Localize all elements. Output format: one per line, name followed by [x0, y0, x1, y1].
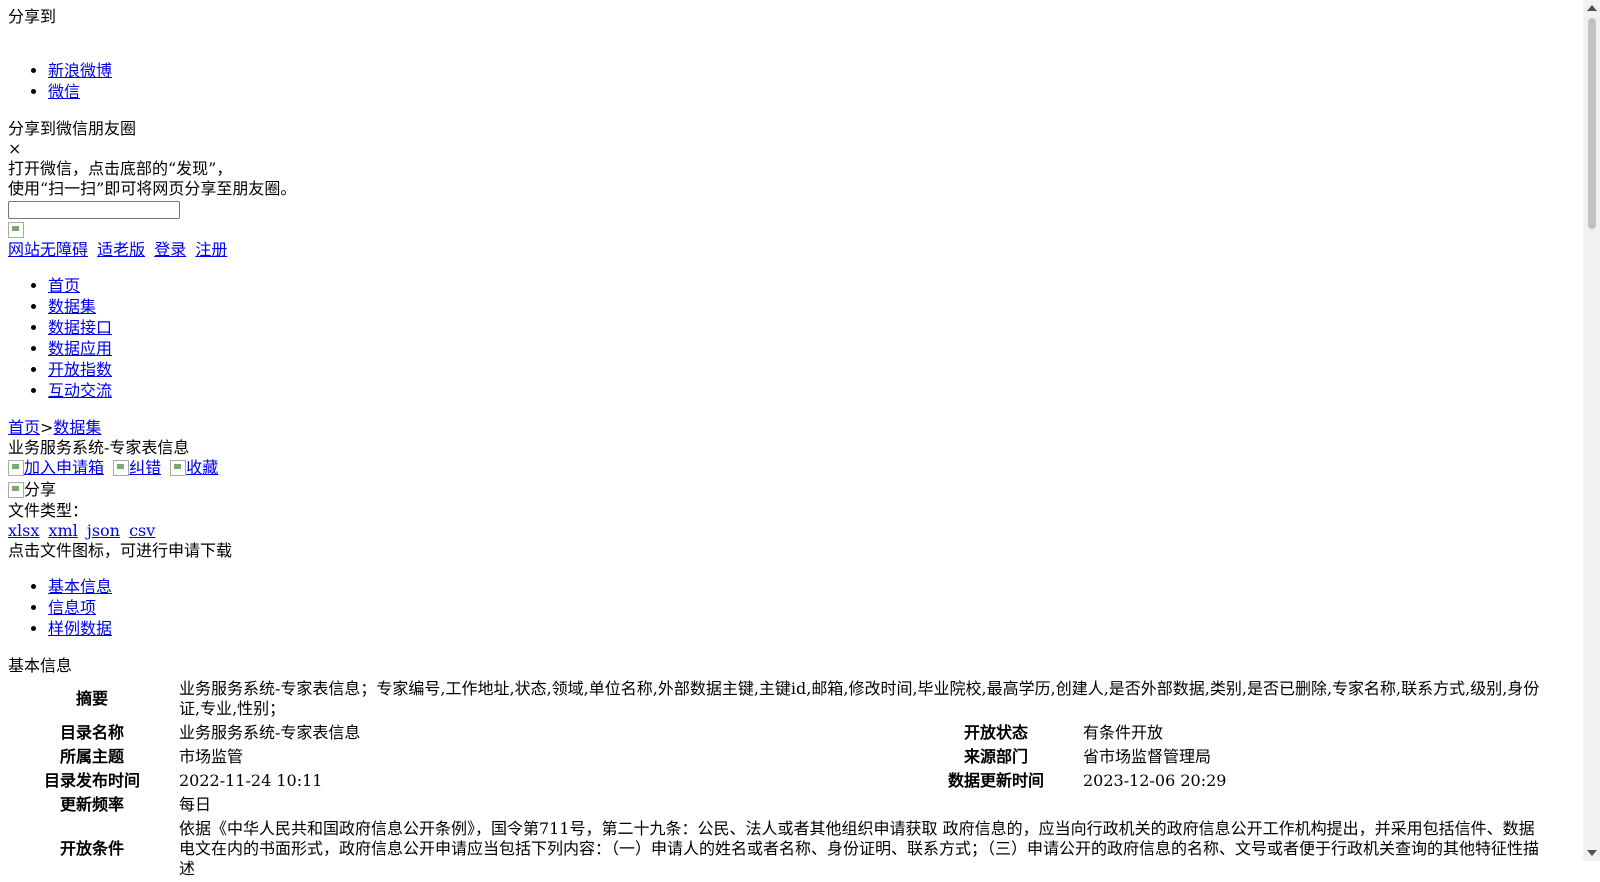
table-row: 目录名称 业务服务系统-专家表信息 开放状态 有条件开放 [8, 722, 1549, 744]
source-dept-value: 省市场监督管理局 [1083, 746, 1212, 766]
table-row: 摘要 业务服务系统-专家表信息；专家编号,工作地址,状态,领域,单位名称,外部数… [8, 678, 1549, 720]
catalog-name-label: 目录名称 [59, 722, 124, 742]
download-hint: 点击文件图标，可进行申请下载 [8, 540, 233, 560]
tab-basic-info[interactable]: 基本信息 [48, 577, 112, 596]
wechat-share-title: 分享到微信朋友圈 [8, 119, 137, 138]
share-weibo-link[interactable]: 新浪微博 [48, 61, 112, 80]
source-dept-label: 来源部门 [963, 746, 1028, 766]
nav-item: 互动交流 [48, 381, 1580, 402]
update-time-label: 数据更新时间 [947, 770, 1044, 790]
page-title: 业务服务系统-专家表信息 [8, 437, 190, 457]
search-input[interactable] [8, 201, 180, 219]
table-row: 开放条件 依据《中华人民共和国政府信息公开条例》，国令第711号，第二十九条：公… [8, 818, 1549, 880]
summary-label: 摘要 [75, 688, 108, 708]
section-title: 基本信息 [8, 655, 73, 675]
share-icon [8, 482, 24, 498]
table-row: 更新频率 每日 [8, 794, 1549, 816]
login-link[interactable]: 登录 [154, 240, 186, 259]
tab-info-items[interactable]: 信息项 [48, 598, 96, 617]
tab-sample-data[interactable]: 样例数据 [48, 619, 112, 638]
tab-item: 信息项 [48, 598, 1580, 619]
nav-item: 数据接口 [48, 318, 1580, 339]
file-json-link[interactable]: json [87, 521, 120, 540]
detail-tabs: 基本信息 信息项 样例数据 [8, 577, 1580, 640]
favorite-label: 收藏 [186, 457, 219, 477]
frequency-label: 更新频率 [59, 794, 124, 814]
breadcrumb: 首页>数据集 [8, 418, 1580, 438]
main-nav: 首页 数据集 数据接口 数据应用 开放指数 互动交流 [8, 276, 1580, 402]
table-row: 所属主题 市场监管 来源部门 省市场监督管理局 [8, 746, 1549, 768]
page-scrollbar[interactable] [1583, 0, 1600, 861]
report-error-button[interactable]: 纠错 [113, 458, 161, 477]
open-condition-label: 开放条件 [59, 838, 124, 858]
apply-box-icon [8, 460, 24, 476]
nav-item: 开放指数 [48, 360, 1580, 381]
share-label: 分享 [24, 479, 57, 499]
nav-interaction[interactable]: 互动交流 [48, 381, 112, 400]
favorite-button[interactable]: 收藏 [170, 458, 218, 477]
scroll-thumb[interactable] [1588, 18, 1596, 229]
report-error-label: 纠错 [129, 457, 162, 477]
share-wechat-link[interactable]: 微信 [48, 82, 80, 101]
top-links: 网站无障碍 适老版 登录 注册 [8, 240, 1580, 260]
scroll-down-arrow-icon[interactable] [1587, 850, 1597, 856]
file-type-links: xlsx xml json csv [8, 521, 1580, 541]
elderly-mode-link[interactable]: 适老版 [97, 240, 145, 259]
table-row: 目录发布时间 2022-11-24 10:11 数据更新时间 2023-12-0… [8, 770, 1549, 792]
publish-time-label: 目录发布时间 [43, 770, 140, 790]
wechat-hint-line-1: 打开微信，点击底部的“发现”， [8, 159, 233, 178]
theme-label: 所属主题 [59, 746, 124, 766]
breadcrumb-separator: > [40, 417, 54, 437]
register-link[interactable]: 注册 [195, 240, 227, 259]
close-icon[interactable]: × [8, 139, 1580, 159]
open-status-label: 开放状态 [963, 722, 1028, 742]
publish-time-value: 2022-11-24 10:11 [179, 770, 323, 790]
favorite-icon [170, 460, 187, 476]
nav-datasets[interactable]: 数据集 [48, 297, 96, 316]
nav-data-api[interactable]: 数据接口 [48, 318, 112, 337]
wechat-hint-line-2: 使用“扫一扫”即可将网页分享至朋友圈。 [8, 179, 297, 198]
action-buttons: 加入申请箱 纠错 收藏 [8, 458, 1580, 480]
summary-value: 业务服务系统-专家表信息；专家编号,工作地址,状态,领域,单位名称,外部数据主键… [179, 678, 1540, 718]
open-condition-value: 依据《中华人民共和国政府信息公开条例》，国令第711号，第二十九条：公民、法人或… [179, 818, 1540, 878]
tab-item: 基本信息 [48, 577, 1580, 598]
nav-data-apps[interactable]: 数据应用 [48, 339, 112, 358]
logo-image-row [8, 220, 1580, 238]
share-item-wechat: 微信 [48, 82, 1580, 103]
basic-info-table: 摘要 业务服务系统-专家表信息；专家编号,工作地址,状态,领域,单位名称,外部数… [6, 676, 1551, 882]
share-list: 新浪微博 微信 [8, 61, 1580, 103]
file-csv-link[interactable]: csv [129, 521, 155, 540]
breadcrumb-datasets[interactable]: 数据集 [53, 418, 101, 437]
scroll-up-arrow-icon[interactable] [1587, 5, 1597, 11]
page: 分享到 新浪微博 微信 分享到微信朋友圈 × 打开微信，点击底部的“发现”， 使… [8, 0, 1580, 882]
apply-box-label: 加入申请箱 [24, 457, 105, 477]
theme-value: 市场监管 [179, 746, 244, 766]
file-type-label: 文件类型： [8, 500, 89, 520]
share-title: 分享到 [8, 7, 57, 26]
frequency-value: 每日 [179, 794, 212, 814]
open-status-value: 有条件开放 [1083, 722, 1164, 742]
share-item-weibo: 新浪微博 [48, 61, 1580, 82]
share-button[interactable]: 分享 [8, 480, 1580, 501]
accessibility-link[interactable]: 网站无障碍 [8, 240, 88, 259]
tab-item: 样例数据 [48, 619, 1580, 640]
nav-open-index[interactable]: 开放指数 [48, 360, 112, 379]
catalog-name-value: 业务服务系统-专家表信息 [179, 722, 361, 742]
nav-item: 数据集 [48, 297, 1580, 318]
error-report-icon [113, 460, 130, 476]
nav-item: 首页 [48, 276, 1580, 297]
nav-home[interactable]: 首页 [48, 276, 80, 295]
file-xml-link[interactable]: xml [48, 521, 77, 540]
add-to-apply-box-button[interactable]: 加入申请箱 [8, 458, 104, 477]
breadcrumb-home[interactable]: 首页 [8, 418, 40, 437]
update-time-value: 2023-12-06 20:29 [1083, 770, 1227, 790]
logo-image [8, 222, 24, 238]
file-xlsx-link[interactable]: xlsx [8, 521, 39, 540]
nav-item: 数据应用 [48, 339, 1580, 360]
